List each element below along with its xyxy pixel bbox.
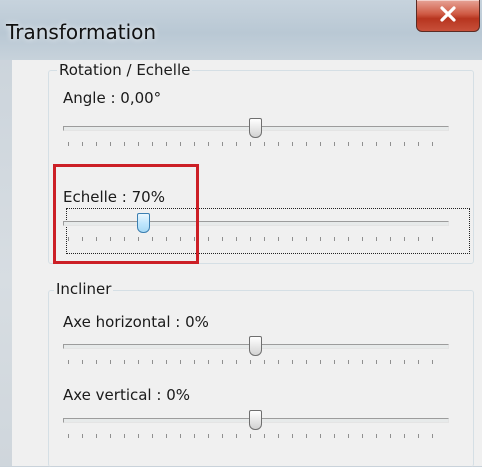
angle-label: Angle : 0,00° [63, 89, 162, 107]
horizontal-axis-label: Axe horizontal : 0% [63, 313, 209, 331]
angle-slider-thumb[interactable] [249, 118, 262, 138]
vertical-axis-slider-thumb[interactable] [249, 410, 262, 430]
highlight-box [53, 164, 199, 264]
vertical-axis-slider-ticks [68, 434, 446, 438]
title-bar: Transformation [0, 0, 482, 60]
vertical-axis-slider[interactable] [63, 410, 453, 450]
horizontal-axis-slider-ticks [68, 360, 446, 364]
dialog-body: Rotation / Echelle Angle : 0,00° Echelle… [12, 60, 482, 467]
transformation-dialog: Transformation Rotation / Echelle Angle … [0, 0, 482, 467]
horizontal-axis-slider[interactable] [63, 336, 453, 376]
close-icon [440, 6, 456, 22]
horizontal-axis-slider-thumb[interactable] [249, 336, 262, 356]
angle-slider[interactable] [63, 118, 453, 158]
vertical-axis-label: Axe vertical : 0% [63, 386, 190, 404]
close-button[interactable] [416, 0, 480, 32]
rotation-scale-group-label: Rotation / Echelle [57, 61, 193, 79]
angle-slider-ticks [68, 142, 446, 146]
skew-group-label: Incliner [54, 280, 114, 298]
window-title: Transformation [6, 20, 157, 44]
